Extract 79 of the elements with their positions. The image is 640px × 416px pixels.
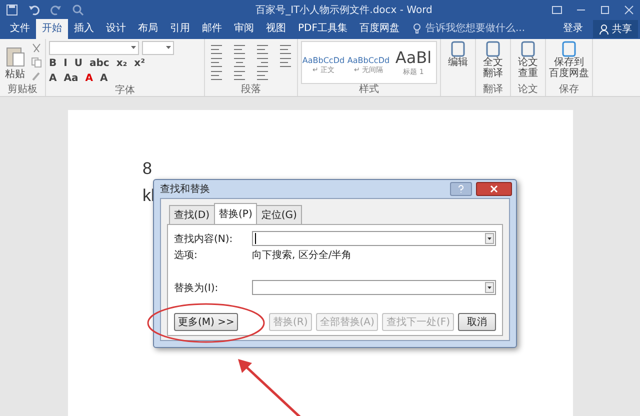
ribbon-button[interactable]: 保存到 百度网盘 xyxy=(549,41,589,84)
ribbon-tab[interactable]: 开始 xyxy=(36,19,68,39)
align-right-icon[interactable] xyxy=(257,58,268,67)
ribbon-tab[interactable]: 插入 xyxy=(68,19,100,39)
font-button[interactable]: Aa xyxy=(64,73,78,84)
dialog-title: 查找和替换 xyxy=(160,182,211,196)
undo-icon[interactable] xyxy=(28,4,40,16)
ribbon-tab[interactable]: 视图 xyxy=(260,19,292,39)
copy-icon[interactable] xyxy=(31,57,42,68)
align-center-icon[interactable] xyxy=(234,58,245,67)
paste-button[interactable]: 粘贴 xyxy=(3,44,27,80)
arrow-annotation xyxy=(236,357,302,416)
dropdown-arrow-icon xyxy=(166,46,171,49)
align-left-icon[interactable] xyxy=(211,58,222,67)
ribbon-tab[interactable]: 设计 xyxy=(100,19,132,39)
ribbon-tab[interactable]: 引用 xyxy=(164,19,196,39)
search-icon[interactable] xyxy=(72,4,84,16)
group-label: 段落 xyxy=(240,84,262,96)
ribbon-tab[interactable]: 布局 xyxy=(132,19,164,39)
close-icon xyxy=(490,185,498,193)
save-icon[interactable] xyxy=(6,4,18,16)
field-label: 查找内容(N): xyxy=(174,232,234,246)
ribbon-tab[interactable]: 文件 xyxy=(4,19,36,39)
field-label: 选项: xyxy=(174,248,198,262)
tell-me-field[interactable]: 告诉我您想要做什么... xyxy=(413,21,526,39)
dialog-tab[interactable]: 查找(D) xyxy=(169,205,215,224)
font-button[interactable]: A xyxy=(100,73,108,84)
clipboard-icon xyxy=(5,44,25,66)
ribbon-display-icon[interactable] xyxy=(552,5,562,15)
close-icon[interactable] xyxy=(624,5,634,15)
format-button[interactable]: x₂ xyxy=(116,58,128,69)
font-name-field[interactable] xyxy=(49,41,139,55)
document-text: 8 xyxy=(142,158,153,180)
font-button[interactable]: A xyxy=(49,73,57,84)
redo-icon[interactable] xyxy=(50,4,62,16)
justify-icon[interactable] xyxy=(280,58,291,67)
list-icon[interactable] xyxy=(257,45,268,54)
question-mark-icon xyxy=(457,185,465,193)
group-label: 翻译 xyxy=(483,84,503,96)
close-button[interactable] xyxy=(476,182,512,196)
window-title: 百家号_IT小人物示例文件.docx - Word xyxy=(254,4,434,17)
options-text: 向下搜索, 区分全/半角 xyxy=(252,248,352,262)
group-label: 保存 xyxy=(559,84,579,96)
person-icon xyxy=(599,24,609,34)
scissors-icon[interactable] xyxy=(31,43,42,54)
dialog-button[interactable]: 取消 xyxy=(458,313,496,331)
replace-field[interactable] xyxy=(252,280,496,295)
ribbon-button[interactable]: 全文 翻译 xyxy=(483,41,503,84)
font-size-field[interactable] xyxy=(142,41,174,55)
maximize-icon[interactable] xyxy=(600,5,610,15)
ribbon-tab[interactable]: 邮件 xyxy=(196,19,228,39)
format-button[interactable]: U xyxy=(74,58,82,69)
sign-in-link[interactable]: 登录 xyxy=(563,21,583,39)
lightbulb-icon xyxy=(413,22,422,34)
list-icon[interactable] xyxy=(234,45,245,54)
ribbon-button[interactable]: 论文 查重 xyxy=(518,41,538,84)
ribbon-tab[interactable]: 百度网盘 xyxy=(353,19,406,39)
group-label: 样式 xyxy=(358,84,380,96)
field-label: 替换为(I): xyxy=(174,282,220,294)
ribbon-tab[interactable]: PDF工具集 xyxy=(292,19,354,39)
font-button[interactable]: A xyxy=(85,73,93,84)
list-icon[interactable] xyxy=(211,45,222,54)
help-button[interactable] xyxy=(450,182,472,196)
format-button[interactable]: I xyxy=(64,58,68,69)
format-button[interactable]: x² xyxy=(134,58,146,69)
ribbon-tab[interactable]: 审阅 xyxy=(228,19,260,39)
format-painter-icon[interactable] xyxy=(31,71,42,82)
dialog-button[interactable]: 更多(M) >> xyxy=(174,313,238,331)
group-label: 字体 xyxy=(114,85,136,97)
dialog-tab[interactable]: 定位(G) xyxy=(256,205,302,224)
format-button[interactable]: B xyxy=(49,58,57,69)
dropdown-arrow-icon xyxy=(131,46,136,49)
share-button[interactable]: 共享 xyxy=(593,20,638,38)
ribbon-button[interactable]: 编辑 xyxy=(448,41,468,96)
group-label: 论文 xyxy=(518,84,538,96)
dialog-tab[interactable]: 替换(P) xyxy=(214,203,258,224)
group-label: 剪贴板 xyxy=(6,84,38,96)
find-field[interactable] xyxy=(252,231,496,246)
format-button[interactable]: abc xyxy=(89,58,110,69)
